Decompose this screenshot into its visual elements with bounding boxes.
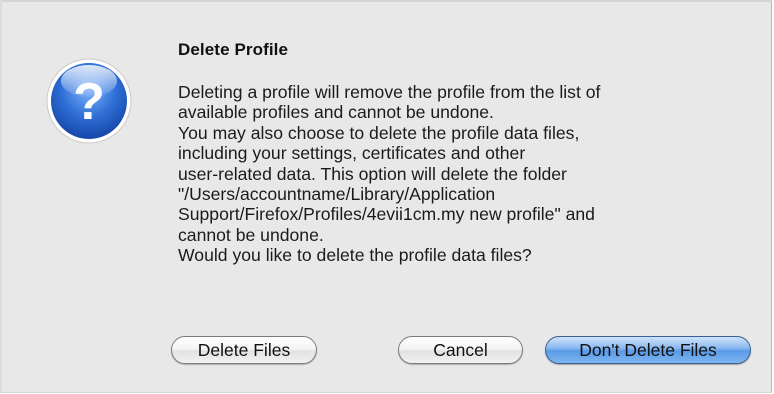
message-line: Would you like to delete the profile dat… (178, 245, 532, 266)
dialog-title: Delete Profile (178, 40, 289, 59)
message-line: You may also choose to delete the profil… (178, 122, 580, 143)
delete-profile-dialog: ? Delete Profile Deleting a profile will… (0, 0, 772, 393)
dialog-message: Deleting a profile will remove the profi… (178, 82, 758, 266)
cancel-button[interactable]: Cancel (398, 336, 523, 364)
question-mark-glyph: ? (73, 73, 105, 131)
question-mark-icon: ? (43, 55, 135, 147)
dialog-top-border (0, 0, 772, 2)
message-line: cannot be undone. (178, 224, 324, 245)
dialog-left-border (0, 0, 2, 393)
message-line: Deleting a profile will remove the profi… (178, 82, 601, 102)
delete-files-button[interactable]: Delete Files (171, 336, 317, 364)
message-line: available profiles and cannot be undone. (178, 102, 494, 123)
message-line: user-related data. This option will dele… (178, 163, 567, 184)
message-line: Support/Firefox/Profiles/4evii1cm.my new… (178, 204, 595, 225)
message-line: "/Users/accountname/Library/Application (178, 184, 496, 205)
message-line: including your settings, certificates an… (178, 143, 526, 164)
dont-delete-files-button[interactable]: Don't Delete Files (545, 336, 751, 364)
